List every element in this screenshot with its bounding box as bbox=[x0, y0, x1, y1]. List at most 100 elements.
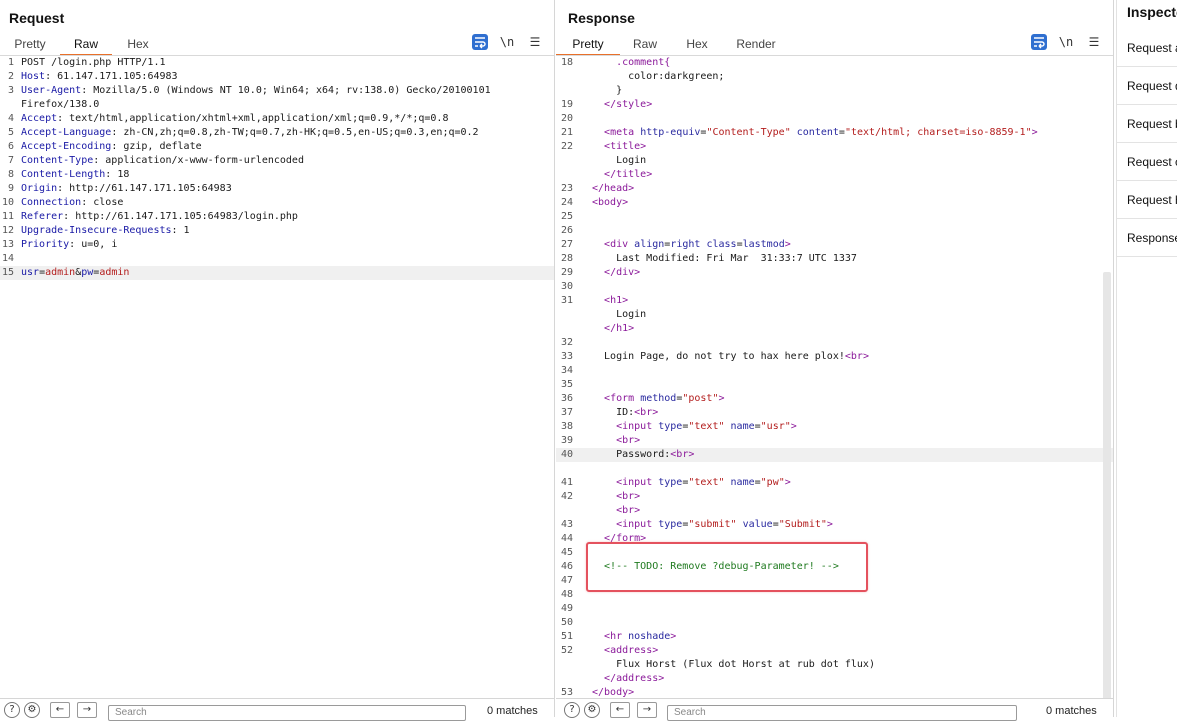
line-number: 3 bbox=[7, 85, 14, 96]
tab-response-raw[interactable]: Raw bbox=[620, 34, 670, 54]
line-number: 43 bbox=[560, 519, 573, 530]
line-number: 41 bbox=[560, 477, 573, 488]
response-line: 22 <title> bbox=[556, 140, 1113, 154]
html-tag: <form bbox=[604, 393, 635, 404]
response-scrollbar[interactable] bbox=[1103, 272, 1111, 700]
tab-response-pretty[interactable]: Pretty bbox=[556, 34, 620, 56]
menu-icon[interactable]: ☰ bbox=[1086, 34, 1102, 50]
response-search-input[interactable]: Search bbox=[667, 705, 1017, 721]
request-editor[interactable]: 1 POST /login.php HTTP/1.1 2 Host: 61.147.1… bbox=[0, 56, 554, 699]
html-tag: </title bbox=[604, 169, 647, 180]
line-number: 38 bbox=[560, 421, 573, 432]
html-attribute: noshade bbox=[628, 631, 671, 642]
html-value: "pw" bbox=[760, 477, 785, 488]
tab-response-render[interactable]: Render bbox=[724, 34, 788, 54]
tab-request-hex[interactable]: Hex bbox=[112, 34, 164, 54]
response-line-text: </address> bbox=[592, 672, 664, 686]
settings-gear-icon[interactable]: ⚙ bbox=[24, 702, 40, 718]
html-tag: > bbox=[646, 169, 653, 180]
inspector-item-request-headers[interactable]: Request headers bbox=[1117, 182, 1177, 219]
inspector-item-request-body[interactable]: Request body parameters bbox=[1117, 106, 1177, 143]
next-match-button[interactable]: → bbox=[77, 702, 97, 718]
inspector-item-response-headers[interactable]: Response headers bbox=[1117, 220, 1177, 257]
html-tag: <br bbox=[670, 449, 689, 460]
response-line-text: .comment{ bbox=[592, 56, 670, 70]
inspector-item-request-cookies[interactable]: Request cookies bbox=[1117, 144, 1177, 181]
html-tag: > bbox=[1031, 127, 1038, 138]
text: Login Page, do not try to hax here plox! bbox=[592, 351, 845, 362]
response-line: 27 <div align=right class=lastmod> bbox=[556, 238, 1113, 252]
line-number: 22 bbox=[560, 141, 573, 152]
menu-icon[interactable]: ☰ bbox=[527, 34, 543, 50]
request-line: 5 Accept-Language: zh-CN,zh;q=0.8,zh-TW;q… bbox=[0, 126, 554, 140]
help-icon[interactable]: ? bbox=[4, 702, 20, 718]
previous-match-button[interactable]: ← bbox=[610, 702, 630, 718]
html-tag: <body bbox=[592, 197, 623, 208]
text: Flux Horst (Flux dot Horst at rub dot fl… bbox=[592, 659, 875, 670]
word-wrap-icon[interactable] bbox=[472, 34, 488, 50]
text bbox=[592, 127, 604, 138]
html-value: "text" bbox=[688, 421, 725, 432]
html-tag: > bbox=[862, 351, 869, 362]
response-line: 18 .comment{ bbox=[556, 56, 1113, 70]
html-tag: > bbox=[790, 421, 797, 432]
response-line-text: <br> bbox=[592, 490, 640, 504]
response-line: Login bbox=[556, 154, 1113, 168]
response-line-text: Password:<br> bbox=[592, 448, 694, 462]
text bbox=[592, 491, 616, 502]
param-value: admin bbox=[99, 267, 130, 278]
request-line-text: Host: 61.147.171.105:64983 bbox=[21, 70, 178, 84]
response-line: 49 bbox=[556, 602, 1113, 616]
code-token: : close bbox=[81, 197, 124, 208]
html-tag: </head bbox=[592, 183, 629, 194]
request-search-input[interactable]: Search bbox=[108, 705, 466, 721]
response-line: </h1> bbox=[556, 322, 1113, 336]
previous-match-button[interactable]: ← bbox=[50, 702, 70, 718]
html-tag: <input bbox=[616, 477, 653, 488]
html-tag: > bbox=[634, 267, 641, 278]
response-line-text: </style> bbox=[592, 98, 652, 112]
response-line: 25 bbox=[556, 210, 1113, 224]
html-attribute: name bbox=[730, 421, 755, 432]
inspector-item-request-attributes[interactable]: Request attributes bbox=[1117, 30, 1177, 67]
html-tag: <br bbox=[634, 407, 653, 418]
newline-toggle[interactable]: \n bbox=[1058, 34, 1074, 50]
html-attribute: type bbox=[658, 477, 683, 488]
html-tag: <br bbox=[616, 491, 635, 502]
response-line: 31 <h1> bbox=[556, 294, 1113, 308]
response-line: 38 <input type="text" name="usr"> bbox=[556, 420, 1113, 434]
header-name: Accept bbox=[21, 113, 58, 124]
response-line-text: <h1> bbox=[592, 294, 628, 308]
response-line-text: <input type="text" name="usr"> bbox=[592, 420, 797, 434]
header-name: Connection bbox=[21, 197, 82, 208]
request-line-text: Accept-Language: zh-CN,zh;q=0.8,zh-TW;q=… bbox=[21, 126, 479, 140]
request-line-text: Referer: http://61.147.171.105:64983/log… bbox=[21, 210, 298, 224]
next-match-button[interactable]: → bbox=[637, 702, 657, 718]
html-tag: </style bbox=[604, 99, 647, 110]
response-line: 43 <input type="submit" value="Submit"> bbox=[556, 518, 1113, 532]
html-attribute: class bbox=[706, 239, 737, 250]
request-line-text: usr=admin&pw=admin bbox=[21, 266, 129, 280]
newline-toggle[interactable]: \n bbox=[499, 34, 515, 50]
response-line-text: Last Modified: Fri Mar 31:33:7 UTC 1337 bbox=[592, 252, 857, 266]
code-token: : zh-CN,zh;q=0.8,zh-TW;q=0.7,zh-HK;q=0.5… bbox=[111, 127, 479, 138]
tab-request-raw[interactable]: Raw bbox=[60, 34, 112, 56]
response-line: 36 <form method="post"> bbox=[556, 392, 1113, 406]
inspector-item-request-query[interactable]: Request query parameters bbox=[1117, 68, 1177, 105]
tab-request-pretty[interactable]: Pretty bbox=[0, 34, 60, 54]
line-number: 20 bbox=[560, 113, 573, 124]
html-attribute: name bbox=[730, 477, 755, 488]
tab-response-hex[interactable]: Hex bbox=[670, 34, 724, 54]
request-line-text: Upgrade-Insecure-Requests: 1 bbox=[21, 224, 190, 238]
text bbox=[592, 323, 604, 334]
response-line-text: <title> bbox=[592, 140, 646, 154]
help-icon[interactable]: ? bbox=[564, 702, 580, 718]
request-line: 12 Upgrade-Insecure-Requests: 1 bbox=[0, 224, 554, 238]
html-tag: > bbox=[634, 435, 641, 446]
response-editor[interactable]: 18 .comment{ color:darkgreen; } 19 </styl… bbox=[556, 56, 1113, 699]
html-value: lastmod bbox=[742, 239, 785, 250]
word-wrap-icon[interactable] bbox=[1031, 34, 1047, 50]
header-name: Content-Type bbox=[21, 155, 94, 166]
settings-gear-icon[interactable]: ⚙ bbox=[584, 702, 600, 718]
response-line: </address> bbox=[556, 672, 1113, 686]
